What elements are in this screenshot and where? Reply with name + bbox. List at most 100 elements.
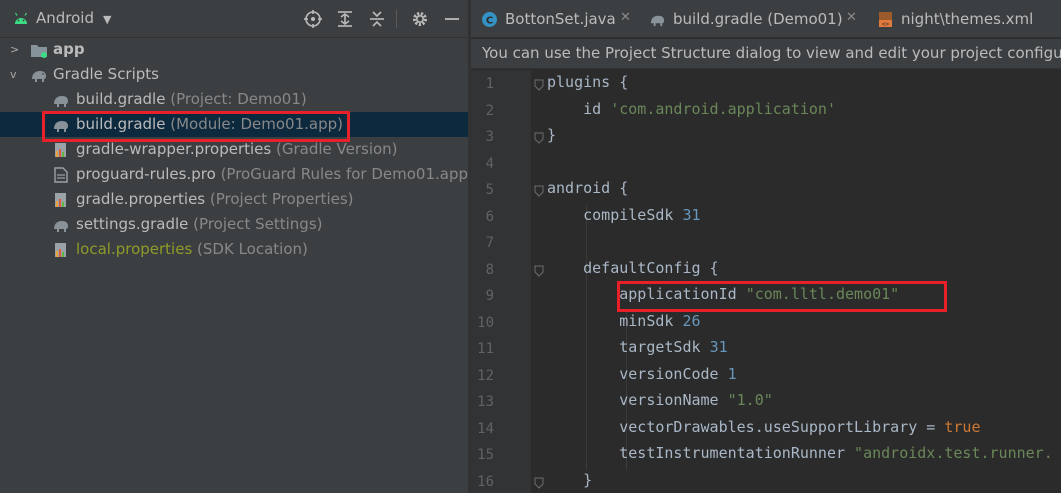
code-token: versionName [547, 391, 728, 409]
xml-file-icon: <> [879, 12, 892, 28]
project-panel-header: Android ▼ [0, 0, 468, 38]
gradle-elephant-icon [32, 71, 46, 82]
tree-item-label: settings.gradle [76, 215, 189, 233]
chevron-down-icon[interactable]: ▼ [103, 13, 111, 26]
tab-build-gradle-demo01[interactable]: build.gradle (Demo01) ✕ [639, 0, 867, 38]
tree-item-text: settings.gradle (Project Settings) [76, 215, 323, 233]
code-token: true [944, 417, 981, 436]
code-line[interactable]: id 'com.android.application' [547, 100, 836, 126]
code-token: plugins { [547, 73, 629, 91]
tree-item-text: gradle-wrapper.properties (Gradle Versio… [76, 140, 398, 158]
tab-label: night\themes.xml [901, 10, 1034, 28]
tree-item-app[interactable]: > app [0, 37, 468, 62]
gear-icon[interactable] [410, 9, 430, 29]
code-line[interactable]: plugins { [547, 73, 628, 99]
code-token: versionCode [547, 364, 728, 383]
tab-bottonset-java[interactable]: C BottonSet.java ✕ [471, 0, 636, 38]
tree-item-label: local.properties [76, 240, 193, 258]
tree-item-sublabel: (Gradle Version) [276, 140, 398, 158]
tree-item-label: app [53, 40, 85, 58]
chevron-right-icon[interactable]: > [10, 43, 19, 56]
chevron-down-icon[interactable]: v [10, 68, 17, 81]
module-folder-icon [31, 45, 47, 58]
expand-all-icon[interactable] [335, 9, 355, 29]
tab-label: build.gradle (Demo01) [673, 10, 843, 28]
tree-item-label: build.gradle [76, 90, 166, 108]
code-token: android { [547, 179, 629, 197]
minimize-icon[interactable] [442, 9, 462, 29]
text-file-icon [54, 167, 68, 183]
locate-target-icon[interactable] [303, 9, 323, 29]
tree-item-local-properties[interactable]: local.properties (SDK Location) [0, 237, 468, 262]
svg-text:<>: <> [882, 21, 890, 28]
code-line[interactable]: } [547, 471, 592, 493]
code-token: compileSdk [547, 205, 683, 224]
properties-file-icon [55, 243, 66, 257]
notification-text: You can use the Project Structure dialog… [482, 44, 1061, 62]
code-token: } [547, 470, 593, 489]
tree-item-label: gradle.properties [76, 190, 206, 208]
code-token: id [547, 99, 611, 118]
close-icon[interactable]: ✕ [620, 10, 631, 25]
tree-item-gradle-properties[interactable]: gradle.properties (Project Properties) [0, 187, 468, 212]
svg-text:C: C [486, 16, 493, 27]
properties-file-icon [55, 193, 66, 207]
tree-item-text: build.gradle (Project: Demo01) [76, 90, 307, 108]
tree-item-sublabel: (Project Settings) [193, 215, 323, 233]
tree-item-sublabel: (SDK Location) [197, 240, 308, 258]
tree-item-sublabel: (Project: Demo01) [170, 90, 307, 108]
code-line[interactable]: android { [547, 179, 628, 205]
properties-file-icon [55, 143, 66, 157]
code-line[interactable]: } [547, 126, 556, 152]
project-structure-notification: You can use the Project Structure dialog… [471, 39, 1061, 69]
code-line[interactable]: vectorDrawables.useSupportLibrary = true [547, 418, 980, 444]
code-token: vectorDrawables.useSupportLibrary = [547, 417, 945, 436]
code-token: "1.0" [727, 391, 773, 409]
close-icon[interactable]: ✕ [846, 10, 857, 25]
android-icon [14, 12, 28, 24]
editor-panel: C BottonSet.java ✕ build.gradle (Demo01)… [471, 0, 1061, 493]
tab-label: BottonSet.java [505, 10, 616, 28]
tree-item-build-gradle-project[interactable]: build.gradle (Project: Demo01) [0, 87, 468, 112]
code-line[interactable]: testInstrumentationRunner "androidx.test… [547, 444, 1061, 470]
collapse-all-icon[interactable] [367, 9, 387, 29]
editor-tab-bar: C BottonSet.java ✕ build.gradle (Demo01)… [471, 0, 1061, 38]
code-token: targetSdk [547, 338, 710, 356]
tree-item-label: proguard-rules.pro [76, 165, 216, 183]
toolbar-divider [396, 10, 397, 28]
code-line[interactable]: minSdk 26 [547, 311, 701, 338]
project-panel: Android ▼ > app v Gradle Scripts build.g… [0, 0, 474, 493]
gradle-file-icon [650, 15, 665, 27]
tree-item-gradle-scripts[interactable]: v Gradle Scripts [0, 62, 468, 87]
code-token: minSdk [547, 311, 683, 330]
code-token: "androidx.test.runner.AndroidJUnitRunner… [854, 444, 1061, 462]
code-token: } [547, 126, 557, 144]
code-token: 1 [727, 364, 737, 383]
tree-item-settings-gradle[interactable]: settings.gradle (Project Settings) [0, 212, 468, 237]
tree-item-sublabel: (Project Properties) [209, 190, 354, 208]
tree-item-text: local.properties (SDK Location) [76, 240, 308, 258]
code-token: defaultConfig { [547, 258, 719, 277]
scrollbar[interactable] [1053, 70, 1061, 493]
view-mode-selector[interactable]: Android [36, 9, 94, 27]
code-line[interactable]: compileSdk 31 [547, 205, 701, 232]
highlight-box-application-id [617, 281, 947, 312]
tree-item-text: proguard-rules.pro (ProGuard Rules for D… [76, 165, 474, 183]
tree-item-label: Gradle Scripts [53, 65, 159, 83]
java-class-icon: C [482, 12, 497, 27]
tree-item-sublabel: (ProGuard Rules for Demo01.app) [220, 165, 474, 183]
code-token: 31 [682, 205, 701, 224]
highlight-box-module-gradle [42, 111, 350, 142]
code-line[interactable]: versionCode 1 [547, 364, 737, 391]
code-token: 26 [682, 311, 701, 330]
gradle-file-icon [54, 96, 68, 107]
gradle-file-icon [54, 221, 68, 232]
code-line[interactable]: versionName "1.0" [547, 391, 773, 417]
code-token: 31 [709, 338, 728, 356]
code-token: testInstrumentationRunner [547, 444, 855, 462]
code-line[interactable]: targetSdk 31 [547, 338, 728, 364]
tree-item-label: gradle-wrapper.properties [76, 140, 272, 158]
tab-night-themes-xml[interactable]: <> night\themes.xml [867, 0, 1061, 38]
tree-item-text: gradle.properties (Project Properties) [76, 190, 354, 208]
tree-item-proguard-rules[interactable]: proguard-rules.pro (ProGuard Rules for D… [0, 162, 474, 187]
